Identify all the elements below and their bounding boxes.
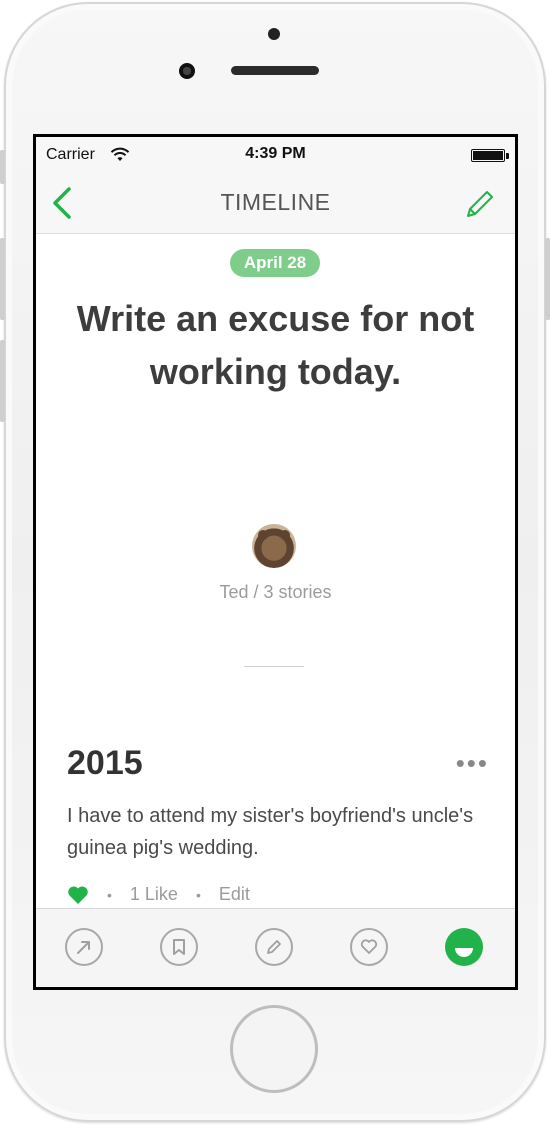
more-options-button[interactable]: •••	[456, 750, 489, 776]
heart-icon[interactable]	[67, 885, 89, 905]
story-actions: • 1 Like • Edit	[67, 884, 250, 905]
tab-bar	[36, 908, 515, 987]
tab-write[interactable]	[255, 928, 293, 966]
status-time: 4:39 PM	[245, 145, 306, 162]
separator-dot: •	[107, 886, 112, 903]
page-title: TIMELINE	[220, 189, 331, 215]
share-icon	[77, 941, 90, 954]
battery-tip	[506, 153, 509, 159]
tab-share[interactable]	[65, 928, 103, 966]
tab-profile[interactable]	[445, 928, 483, 966]
divider	[244, 666, 304, 667]
date-badge: April 28	[230, 249, 320, 277]
proximity-sensor	[268, 28, 280, 40]
likes-count[interactable]: 1 Like	[130, 884, 178, 905]
pencil-icon	[467, 191, 493, 217]
pencil-icon	[267, 940, 281, 954]
story-item: 2015 ••• I have to attend my sister's bo…	[67, 744, 489, 904]
screen: Carrier 4:39 PM TIMELINE April 28 Write …	[33, 134, 518, 990]
tab-likes[interactable]	[350, 928, 388, 966]
story-year: 2015	[67, 744, 143, 782]
power-button	[545, 238, 550, 320]
profile-icon	[455, 948, 473, 957]
separator-dot: •	[195, 886, 201, 903]
navigation-bar: TIMELINE	[36, 173, 515, 234]
volume-up-button	[0, 238, 5, 320]
volume-down-button	[0, 340, 5, 422]
story-text: I have to attend my sister's boyfriend's…	[67, 805, 474, 859]
edit-link[interactable]: Edit	[219, 884, 250, 905]
earpiece-speaker	[231, 66, 319, 75]
author-label[interactable]: Ted / 3 stories	[36, 582, 515, 603]
compose-button[interactable]	[461, 185, 499, 223]
mute-switch	[0, 150, 5, 184]
prompt-title: Write an excuse for not working today.	[76, 298, 475, 392]
home-button[interactable]	[230, 1005, 318, 1093]
tab-bookmarks[interactable]	[160, 928, 198, 966]
battery-icon	[471, 149, 505, 162]
front-camera	[179, 63, 195, 79]
heart-icon	[360, 939, 378, 954]
bookmark-icon	[173, 939, 185, 955]
status-bar: Carrier 4:39 PM	[36, 137, 515, 173]
author-avatar[interactable]	[252, 524, 296, 568]
